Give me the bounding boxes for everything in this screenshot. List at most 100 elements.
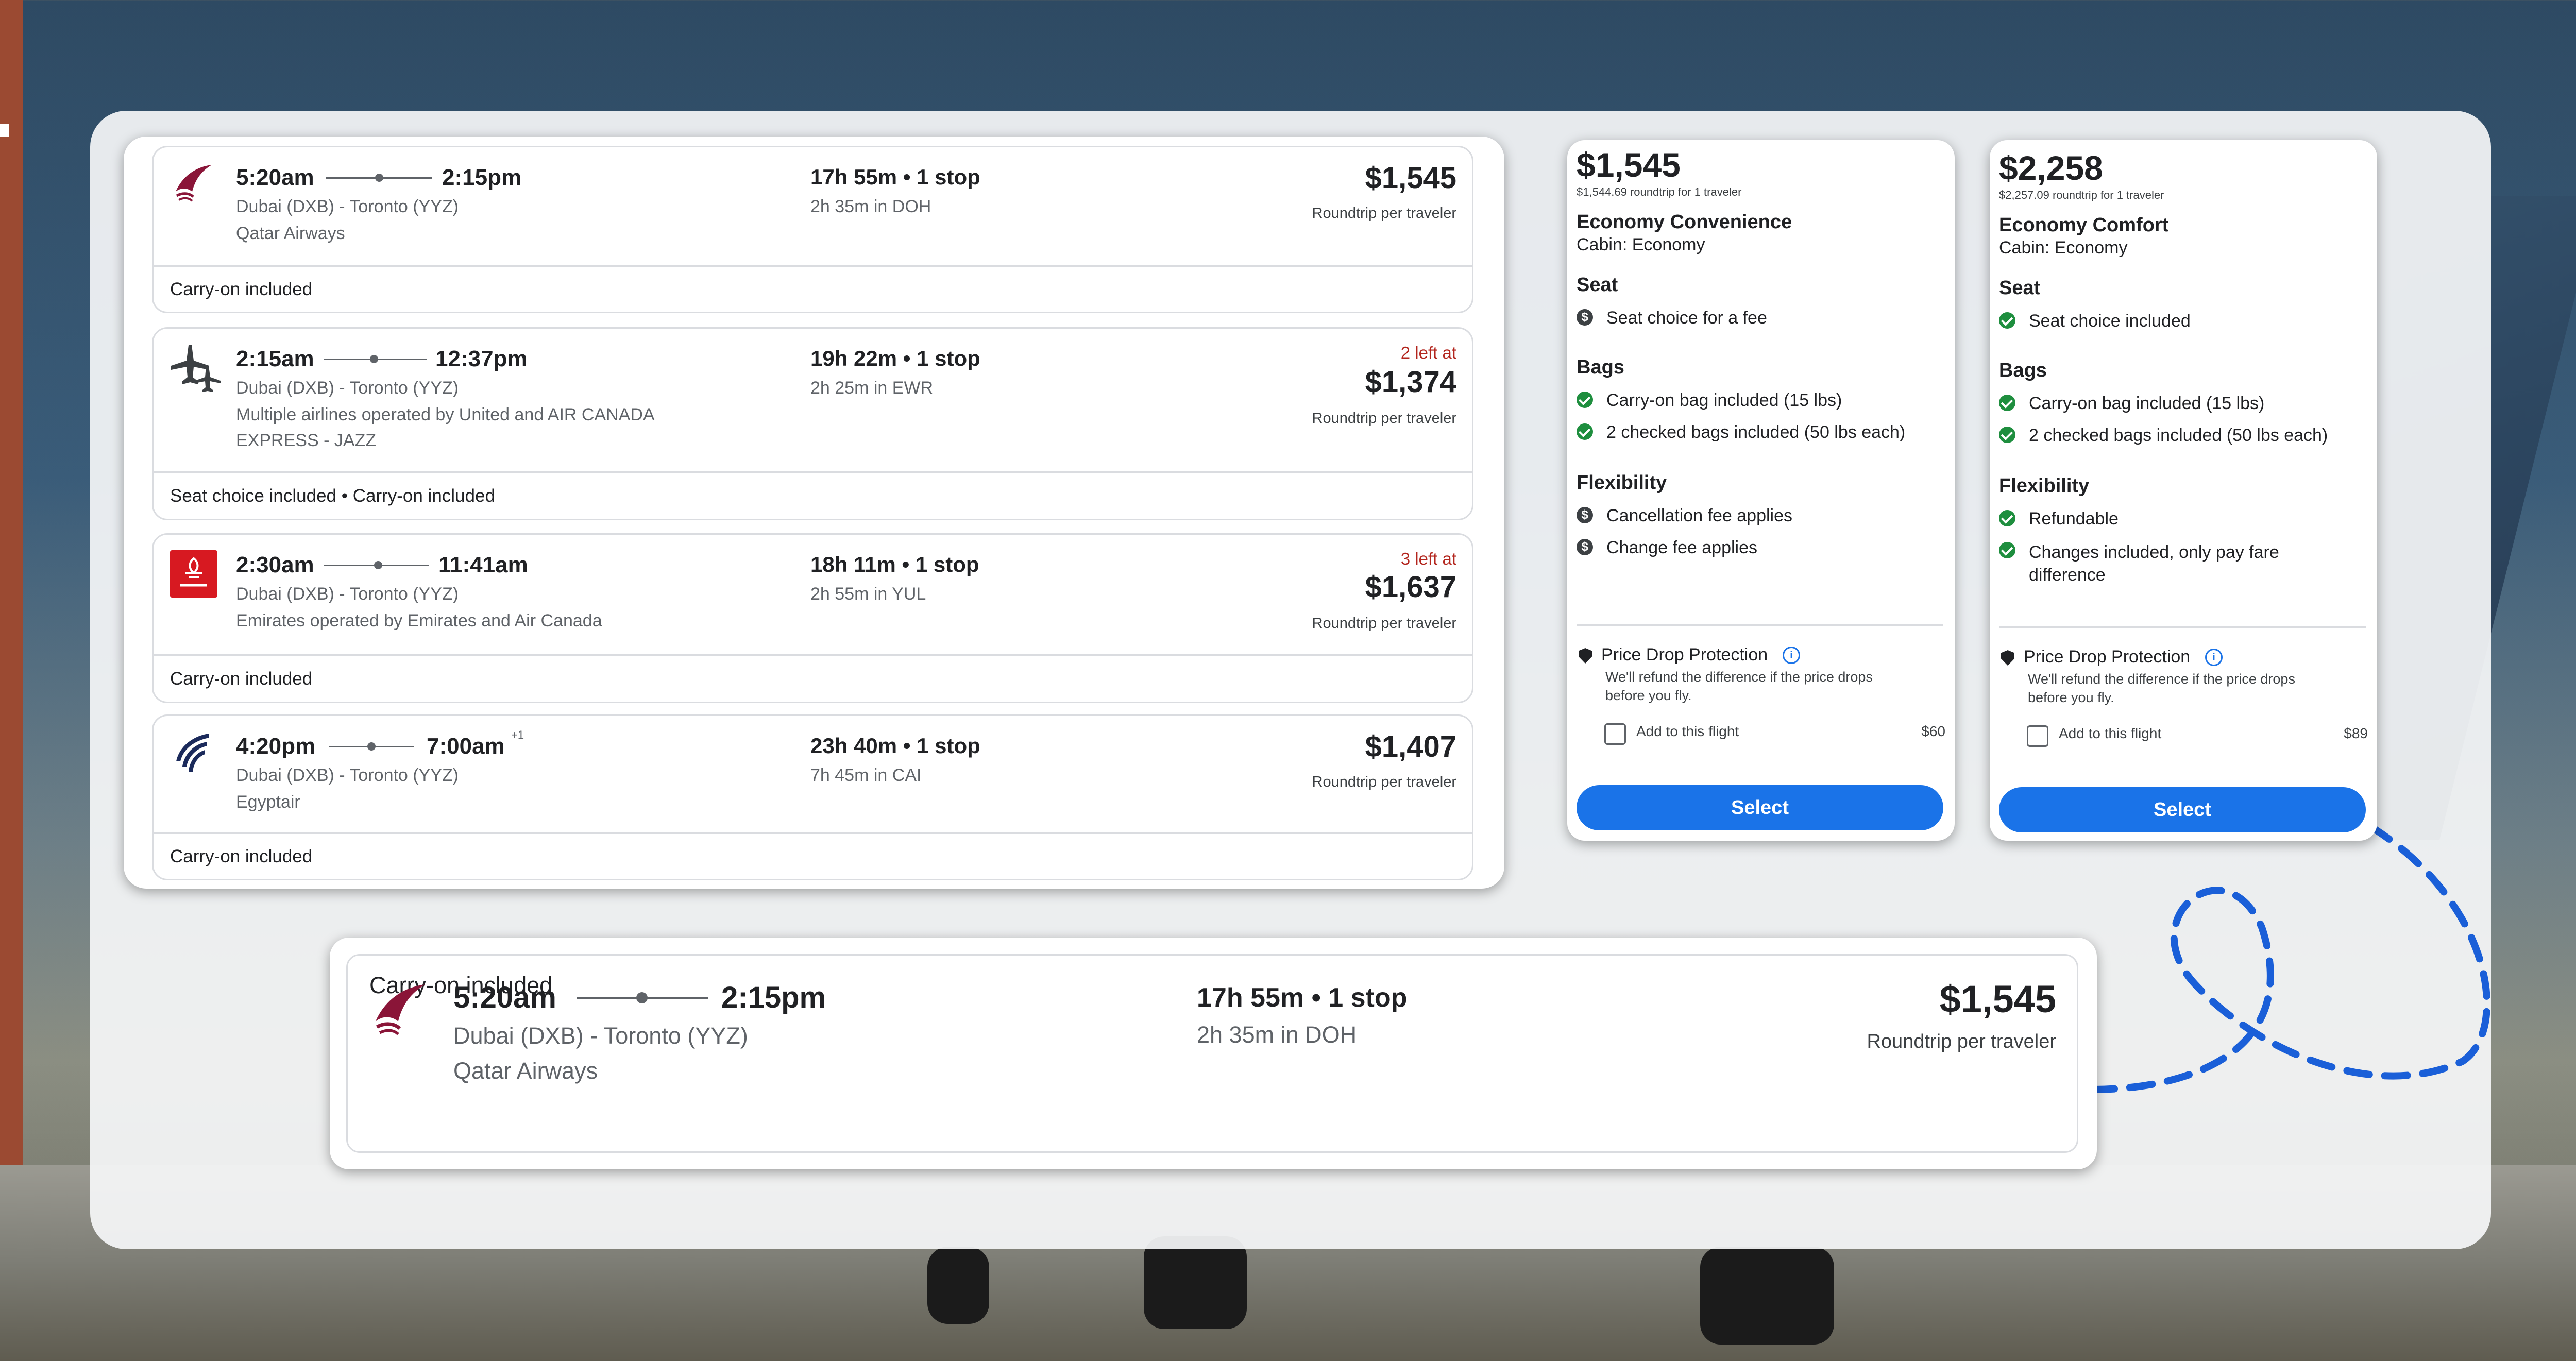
bag-feature: 2 checked bags included (50 lbs each) bbox=[2029, 426, 2328, 445]
flight-result-card[interactable]: 5:20am 2:15pm Dubai (DXB) - Toronto (YYZ… bbox=[346, 954, 2078, 1153]
airline-name: Qatar Airways bbox=[453, 1058, 598, 1084]
shield-icon bbox=[1579, 648, 1592, 664]
flight-results-list: 5:20am 2:15pm Dubai (DXB) - Toronto (YYZ… bbox=[124, 137, 1504, 889]
route-text: Dubai (DXB) - Toronto (YYZ) bbox=[236, 378, 459, 398]
duration-stops: 17h 55m • 1 stop bbox=[1197, 983, 1408, 1013]
arrival-day-offset: +1 bbox=[511, 728, 524, 741]
select-fare-button[interactable]: Select bbox=[1999, 787, 2366, 832]
arrival-time: 11:41am bbox=[438, 552, 528, 577]
duration-stops: 23h 40m • 1 stop bbox=[810, 734, 980, 758]
bag-feature: 2 checked bags included (50 lbs each) bbox=[1606, 422, 1906, 442]
bag-feature: Carry-on bag included (15 lbs) bbox=[2029, 394, 2265, 413]
landing-gear-background bbox=[927, 1247, 989, 1324]
airline-name: Emirates operated by Emirates and Air Ca… bbox=[236, 611, 602, 631]
route-text: Dubai (DXB) - Toronto (YYZ) bbox=[236, 197, 459, 216]
fee-icon: $ bbox=[1577, 507, 1593, 523]
airline-name-continued: EXPRESS - JAZZ bbox=[236, 431, 377, 450]
price-text: $1,637 bbox=[1365, 570, 1456, 604]
add-protection-label: Add to this flight bbox=[2059, 725, 2162, 741]
seats-left-badge: 2 left at bbox=[1400, 343, 1456, 362]
stop-dot bbox=[636, 992, 648, 1003]
departure-time: 5:20am bbox=[236, 165, 314, 190]
price-note: Roundtrip per traveler bbox=[1312, 410, 1456, 427]
route-text: Dubai (DXB) - Toronto (YYZ) bbox=[453, 1023, 748, 1049]
flexibility-heading: Flexibility bbox=[1999, 475, 2090, 497]
info-icon[interactable]: i bbox=[1783, 647, 1800, 664]
emirates-logo-icon bbox=[170, 550, 217, 598]
layover-text: 2h 35m in DOH bbox=[810, 197, 931, 216]
flexibility-feature: Refundable bbox=[2029, 509, 2119, 529]
price-text: $1,545 bbox=[1365, 161, 1456, 195]
layover-text: 2h 25m in EWR bbox=[810, 378, 934, 398]
fare-option-card: $1,545 $1,544.69 roundtrip for 1 travele… bbox=[1567, 140, 1955, 841]
select-fare-button[interactable]: Select bbox=[1577, 785, 1943, 830]
included-check-icon bbox=[1999, 427, 2015, 443]
highlighted-flight-card: 5:20am 2:15pm Dubai (DXB) - Toronto (YYZ… bbox=[330, 938, 2097, 1169]
flexibility-feature: Changes included, only pay fare differen… bbox=[2029, 542, 2279, 585]
arrival-time: 2:15pm bbox=[721, 981, 826, 1014]
price-text: $1,545 bbox=[1939, 978, 2056, 1020]
seat-feature: Seat choice included bbox=[2029, 311, 2191, 331]
price-note: Roundtrip per traveler bbox=[1312, 615, 1456, 632]
add-protection-checkbox[interactable] bbox=[1604, 723, 1626, 745]
layover-text: 2h 35m in DOH bbox=[1197, 1022, 1357, 1048]
airline-name: Multiple airlines operated by United and… bbox=[236, 405, 655, 424]
flexibility-heading: Flexibility bbox=[1577, 472, 1667, 494]
seat-heading: Seat bbox=[1577, 274, 1618, 296]
left-accent-strip bbox=[0, 0, 23, 1361]
included-check-icon bbox=[1577, 392, 1593, 408]
shield-icon bbox=[2001, 650, 2014, 666]
fare-price: $1,545 bbox=[1577, 146, 1681, 184]
section-divider bbox=[1577, 624, 1943, 626]
egyptair-logo-icon bbox=[176, 734, 209, 772]
included-check-icon bbox=[1999, 510, 2015, 526]
seats-left-badge: 3 left at bbox=[1400, 549, 1456, 568]
qatar-airways-logo-icon bbox=[176, 165, 212, 202]
fare-name: Economy Convenience bbox=[1577, 211, 1792, 233]
departure-time: 5:20am bbox=[453, 981, 556, 1014]
departure-time: 2:15am bbox=[236, 346, 314, 371]
route-text: Dubai (DXB) - Toronto (YYZ) bbox=[236, 765, 459, 785]
arrival-time: 12:37pm bbox=[435, 346, 528, 371]
price-note: Roundtrip per traveler bbox=[1312, 205, 1456, 222]
price-note: Roundtrip per traveler bbox=[1867, 1031, 2056, 1052]
fare-cabin: Cabin: Economy bbox=[1577, 235, 1705, 254]
fare-exact-price: $2,257.09 roundtrip for 1 traveler bbox=[1999, 189, 2164, 201]
stop-dot bbox=[375, 174, 383, 182]
flight-perks: Carry-on included bbox=[154, 265, 1472, 312]
stop-dot bbox=[370, 355, 378, 363]
flight-result-card[interactable]: 2:30am 11:41am Dubai (DXB) - Toronto (YY… bbox=[152, 533, 1473, 703]
add-protection-price: $60 bbox=[1921, 723, 1945, 739]
add-protection-price: $89 bbox=[2344, 725, 2368, 741]
flight-result-card[interactable]: 4:20pm 7:00am +1 Dubai (DXB) - Toronto (… bbox=[152, 714, 1473, 880]
included-check-icon bbox=[1999, 395, 2015, 411]
landing-gear-background bbox=[1144, 1236, 1247, 1329]
info-icon[interactable]: i bbox=[2205, 649, 2223, 666]
price-drop-protection-title: Price Drop Protection bbox=[1601, 645, 1768, 665]
duration-stops: 19h 22m • 1 stop bbox=[810, 346, 980, 370]
bags-heading: Bags bbox=[1999, 360, 2047, 381]
price-drop-protection-title: Price Drop Protection bbox=[2024, 647, 2191, 667]
included-check-icon bbox=[1577, 423, 1593, 440]
add-protection-checkbox[interactable] bbox=[2027, 725, 2048, 747]
flight-perks: Carry-on included bbox=[154, 654, 1472, 702]
included-check-icon bbox=[1999, 312, 2015, 329]
landing-gear-background bbox=[1700, 1247, 1834, 1345]
section-divider bbox=[1999, 626, 2366, 628]
included-check-icon bbox=[1999, 542, 2015, 558]
flight-result-card[interactable]: 2:15am 12:37pm Dubai (DXB) - Toronto (YY… bbox=[152, 327, 1473, 520]
fare-exact-price: $1,544.69 roundtrip for 1 traveler bbox=[1577, 185, 1742, 198]
stop-dot bbox=[367, 742, 376, 751]
departure-time: 4:20pm bbox=[236, 734, 316, 759]
bag-feature: Carry-on bag included (15 lbs) bbox=[1606, 390, 1842, 410]
airline-name: Qatar Airways bbox=[236, 224, 345, 243]
duration-stops: 18h 11m • 1 stop bbox=[810, 552, 979, 576]
price-note: Roundtrip per traveler bbox=[1312, 774, 1456, 790]
add-protection-label: Add to this flight bbox=[1636, 723, 1739, 739]
seat-feature: Seat choice for a fee bbox=[1606, 308, 1767, 328]
layover-text: 7h 45m in CAI bbox=[810, 765, 922, 785]
flight-result-card[interactable]: 5:20am 2:15pm Dubai (DXB) - Toronto (YYZ… bbox=[152, 146, 1473, 313]
fare-option-card: $2,258 $2,257.09 roundtrip for 1 travele… bbox=[1990, 140, 2377, 841]
flexibility-feature: Cancellation fee applies bbox=[1606, 506, 1793, 525]
qatar-airways-logo-icon bbox=[375, 984, 426, 1035]
